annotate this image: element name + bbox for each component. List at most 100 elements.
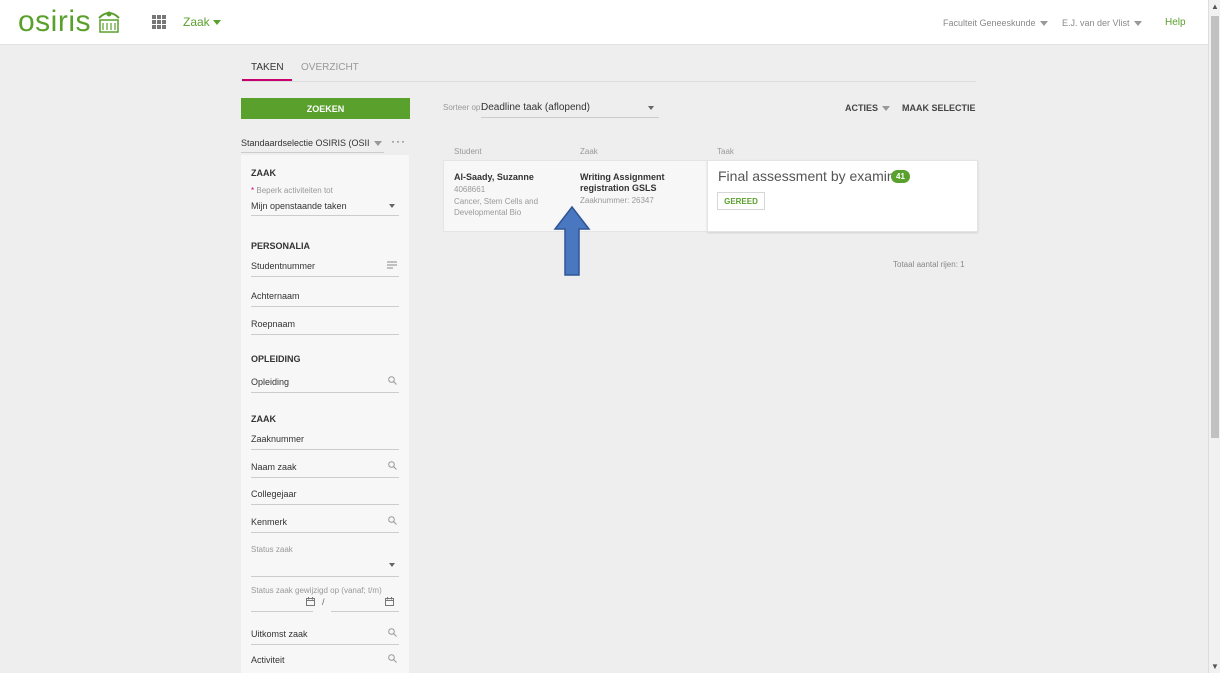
student-program: Cancer, Stem Cells and Developmental Bio bbox=[454, 197, 539, 217]
date-separator: / bbox=[322, 597, 325, 607]
faculty-menu[interactable]: Faculteit Geneeskunde bbox=[943, 18, 1048, 28]
zaaknummer-field[interactable]: Zaaknummer bbox=[251, 434, 399, 450]
scroll-up-icon[interactable]: ▲ bbox=[1211, 2, 1219, 11]
student-number: 4068661 bbox=[454, 185, 486, 194]
apps-grid-icon[interactable] bbox=[152, 15, 166, 29]
acties-menu[interactable]: ACTIES bbox=[845, 103, 891, 113]
chevron-down-icon bbox=[1133, 21, 1142, 27]
more-options-icon[interactable]: ··· bbox=[391, 134, 406, 148]
faculty-label: Faculteit Geneeskunde bbox=[943, 18, 1036, 28]
sort-label: Sorteer op: bbox=[443, 103, 483, 112]
field-underline bbox=[251, 276, 399, 277]
roepnaam-label: Roepnaam bbox=[251, 319, 296, 329]
scroll-down-icon[interactable]: ▼ bbox=[1211, 662, 1219, 671]
field-underline bbox=[251, 449, 399, 450]
search-icon[interactable] bbox=[388, 516, 397, 525]
studentnummer-field[interactable]: Studentnummer bbox=[251, 261, 399, 277]
collegejaar-label: Collegejaar bbox=[251, 489, 297, 499]
date-from-underline bbox=[251, 611, 313, 612]
zaak-number: Zaaknummer: 26347 bbox=[580, 196, 654, 205]
opleiding-label: Opleiding bbox=[251, 377, 290, 387]
limit-label-text: Beperk activiteiten tot bbox=[256, 186, 333, 195]
gereed-button[interactable]: GEREED bbox=[717, 192, 765, 210]
zaaknummer-label: Zaaknummer bbox=[251, 434, 305, 444]
search-icon[interactable] bbox=[388, 461, 397, 470]
column-header-taak[interactable]: Taak bbox=[717, 147, 734, 156]
field-underline bbox=[251, 644, 399, 645]
limit-select-value: Mijn openstaande taken bbox=[251, 201, 347, 211]
opleiding-field[interactable]: Opleiding bbox=[251, 376, 399, 393]
date-to-underline bbox=[331, 611, 399, 612]
page-scrollbar[interactable]: ▲ ▼ bbox=[1208, 0, 1220, 673]
zaak-title[interactable]: Writing Assignment registration GSLS bbox=[580, 172, 700, 194]
studentnummer-label: Studentnummer bbox=[251, 261, 316, 271]
selection-label: Standaardselectie OSIRIS (OSII bbox=[241, 138, 370, 148]
uitkomst-zaak-label: Uitkomst zaak bbox=[251, 629, 308, 639]
status-gewijzigd-label: Status zaak gewijzigd op (vanaf; t/m) bbox=[251, 586, 382, 595]
calendar-icon[interactable] bbox=[306, 597, 315, 606]
field-underline bbox=[251, 477, 399, 478]
chevron-down-icon bbox=[389, 563, 395, 567]
search-icon[interactable] bbox=[388, 628, 397, 637]
chevron-down-icon[interactable] bbox=[648, 106, 654, 110]
selection-dropdown[interactable]: Standaardselectie OSIRIS (OSII bbox=[241, 138, 382, 148]
top-bar: osiris Zaak Faculteit Geneeskunde E.J. v… bbox=[0, 0, 1208, 45]
search-icon[interactable] bbox=[388, 376, 397, 385]
chevron-down-icon bbox=[1039, 21, 1048, 27]
limit-label: * Beperk activiteiten tot bbox=[251, 186, 333, 195]
status-zaak-label: Status zaak bbox=[251, 545, 293, 554]
chevron-down-icon bbox=[373, 141, 382, 147]
scroll-thumb[interactable] bbox=[1211, 16, 1219, 438]
required-marker: * bbox=[251, 186, 255, 195]
uitkomst-zaak-field[interactable]: Uitkomst zaak bbox=[251, 628, 399, 645]
help-link[interactable]: Help bbox=[1165, 17, 1186, 28]
roepnaam-field[interactable]: Roepnaam bbox=[251, 319, 399, 335]
student-name[interactable]: Al-Saady, Suzanne bbox=[454, 172, 534, 182]
activiteit-label: Activiteit bbox=[251, 655, 285, 665]
task-count-badge: 41 bbox=[891, 170, 910, 183]
field-underline bbox=[251, 215, 399, 216]
acties-label: ACTIES bbox=[845, 103, 879, 113]
total-rows-label: Totaal aantal rijen: 1 bbox=[893, 260, 965, 269]
chevron-down-icon bbox=[389, 204, 395, 208]
up-arrow-annotation-icon bbox=[553, 205, 591, 276]
achternaam-field[interactable]: Achternaam bbox=[251, 291, 399, 307]
tab-overzicht[interactable]: OVERZICHT bbox=[301, 62, 359, 73]
tab-taken[interactable]: TAKEN bbox=[251, 62, 284, 73]
selection-underline bbox=[241, 152, 384, 153]
limit-select[interactable]: Mijn openstaande taken bbox=[251, 201, 399, 216]
user-label: E.J. van der Vlist bbox=[1062, 18, 1130, 28]
section-opleiding: OPLEIDING bbox=[251, 354, 301, 364]
multi-line-input-icon[interactable] bbox=[387, 261, 397, 269]
naam-zaak-label: Naam zaak bbox=[251, 462, 297, 472]
zaak-menu[interactable]: Zaak bbox=[183, 15, 221, 29]
field-underline bbox=[251, 576, 399, 577]
search-button[interactable]: ZOEKEN bbox=[241, 98, 410, 119]
chevron-down-icon bbox=[882, 106, 891, 112]
task-title[interactable]: Final assessment by examiner bbox=[718, 168, 907, 184]
column-header-zaak[interactable]: Zaak bbox=[580, 147, 598, 156]
section-zaak: ZAAK bbox=[251, 168, 276, 178]
user-menu[interactable]: E.J. van der Vlist bbox=[1062, 18, 1142, 28]
search-icon[interactable] bbox=[388, 654, 397, 663]
section-zaak-2: ZAAK bbox=[251, 414, 276, 424]
osiris-logo[interactable]: osiris bbox=[18, 6, 91, 38]
activiteit-field[interactable]: Activiteit bbox=[251, 654, 399, 665]
calendar-icon[interactable] bbox=[385, 597, 394, 606]
maak-selectie-button[interactable]: MAAK SELECTIE bbox=[902, 103, 976, 113]
field-underline bbox=[251, 532, 399, 533]
zaak-menu-label: Zaak bbox=[183, 15, 210, 29]
section-personalia: PERSONALIA bbox=[251, 241, 311, 251]
sort-select[interactable]: Deadline taak (aflopend) bbox=[481, 102, 590, 113]
kenmerk-field[interactable]: Kenmerk bbox=[251, 516, 399, 533]
column-header-student[interactable]: Student bbox=[454, 147, 482, 156]
naam-zaak-field[interactable]: Naam zaak bbox=[251, 461, 399, 478]
field-underline bbox=[251, 392, 399, 393]
kenmerk-label: Kenmerk bbox=[251, 517, 288, 527]
collegejaar-field[interactable]: Collegejaar bbox=[251, 489, 399, 505]
chevron-down-icon bbox=[212, 20, 221, 26]
field-underline bbox=[251, 306, 399, 307]
sort-underline bbox=[481, 117, 659, 118]
field-underline bbox=[251, 334, 399, 335]
field-underline bbox=[251, 504, 399, 505]
